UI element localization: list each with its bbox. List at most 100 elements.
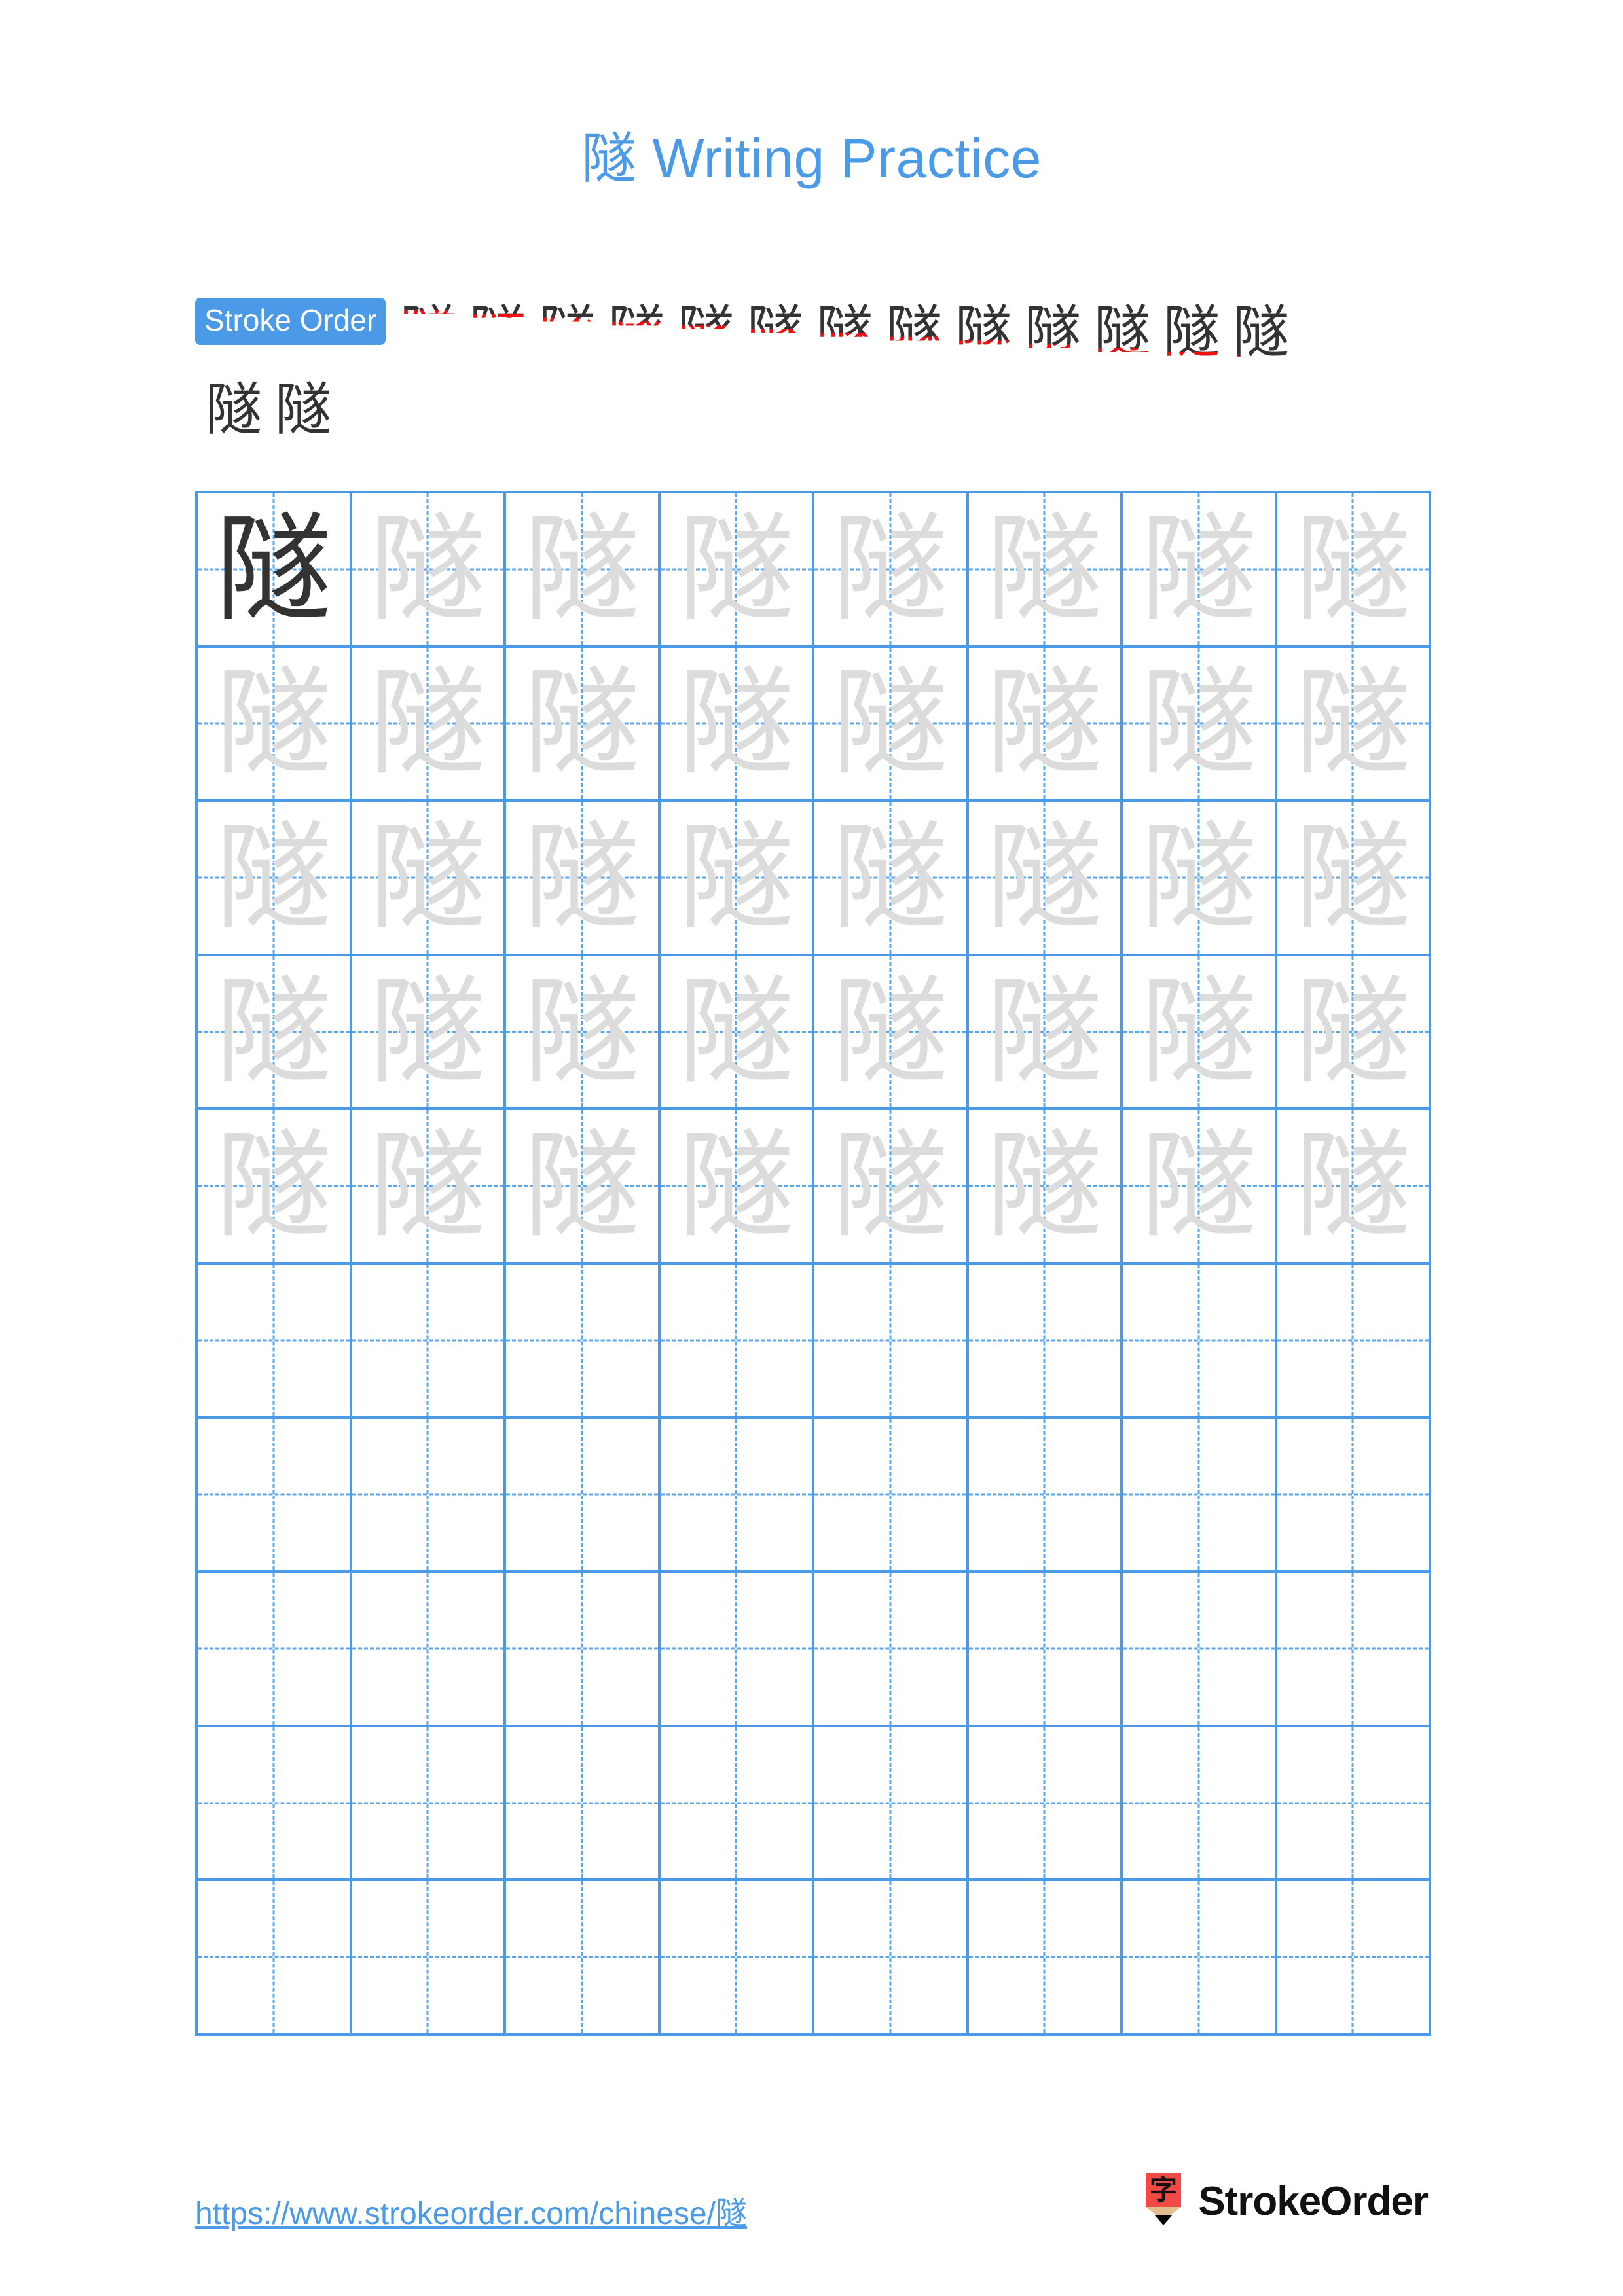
practice-cell-r7-c6[interactable]: [968, 1418, 1123, 1573]
practice-cell-r9-c4[interactable]: [660, 1727, 814, 1882]
practice-cell-r9-c6[interactable]: [968, 1727, 1123, 1882]
practice-cell-r6-c8[interactable]: [1277, 1265, 1431, 1419]
practice-cell-r5-c2[interactable]: 隧: [352, 1110, 506, 1265]
practice-cell-r4-c7[interactable]: 隧: [1123, 956, 1277, 1111]
practice-cell-r5-c5[interactable]: 隧: [814, 1110, 969, 1265]
practice-cell-r1-c3[interactable]: 隧: [506, 493, 661, 648]
trace-character: 隧: [1140, 809, 1257, 945]
practice-cell-r7-c4[interactable]: [660, 1418, 814, 1573]
practice-cell-r4-c2[interactable]: 隧: [352, 956, 506, 1111]
practice-cell-r1-c6[interactable]: 隧: [968, 493, 1123, 648]
practice-cell-r8-c3[interactable]: [506, 1573, 661, 1727]
trace-character: 隧: [678, 655, 795, 791]
practice-cell-r7-c2[interactable]: [352, 1418, 506, 1573]
svg-text:隧: 隧: [206, 377, 263, 443]
trace-character: 隧: [986, 1118, 1103, 1254]
practice-cell-r2-c4[interactable]: 隧: [660, 647, 814, 802]
stroke-step-3: 隧隧: [532, 298, 602, 367]
practice-cell-r2-c5[interactable]: 隧: [814, 647, 969, 802]
practice-cell-r8-c1[interactable]: [198, 1573, 352, 1727]
practice-cell-r10-c3[interactable]: [506, 1881, 661, 2036]
trace-character: 隧: [523, 501, 640, 637]
practice-cell-r4-c8[interactable]: 隧: [1277, 956, 1431, 1111]
trace-character: 隧: [1140, 655, 1257, 791]
practice-cell-r4-c4[interactable]: 隧: [660, 956, 814, 1111]
practice-cell-r5-c4[interactable]: 隧: [660, 1110, 814, 1265]
practice-cell-r9-c7[interactable]: [1123, 1727, 1277, 1882]
practice-cell-r2-c6[interactable]: 隧: [968, 647, 1123, 802]
practice-cell-r3-c6[interactable]: 隧: [968, 802, 1123, 956]
practice-cell-r9-c1[interactable]: [198, 1727, 352, 1882]
practice-cell-r6-c2[interactable]: [352, 1265, 506, 1419]
trace-character: 隧: [523, 1118, 640, 1254]
practice-cell-r7-c8[interactable]: [1277, 1418, 1431, 1573]
practice-cell-r4-c1[interactable]: 隧: [198, 956, 352, 1111]
practice-cell-r9-c5[interactable]: [814, 1727, 969, 1882]
practice-cell-r1-c7[interactable]: 隧: [1123, 493, 1277, 648]
practice-cell-r6-c3[interactable]: [506, 1265, 661, 1419]
practice-cell-r8-c7[interactable]: [1123, 1573, 1277, 1727]
stroke-order-row-1: Stroke Order 隧隧隧隧隧隧隧隧隧隧隧隧隧隧隧隧隧隧隧隧隧隧隧隧隧隧: [195, 298, 1432, 367]
svg-text:隧: 隧: [275, 377, 332, 443]
practice-cell-r8-c4[interactable]: [660, 1573, 814, 1727]
practice-cell-r9-c8[interactable]: [1277, 1727, 1431, 1882]
practice-cell-r6-c5[interactable]: [814, 1265, 969, 1419]
practice-cell-r10-c2[interactable]: [352, 1881, 506, 2036]
trace-character: 隧: [215, 1118, 332, 1254]
trace-character: 隧: [523, 809, 640, 945]
practice-cell-r1-c1[interactable]: 隧: [198, 493, 352, 648]
practice-cell-r5-c6[interactable]: 隧: [968, 1110, 1123, 1265]
trace-character: 隧: [831, 963, 949, 1100]
practice-cell-r6-c4[interactable]: [660, 1265, 814, 1419]
practice-cell-r2-c2[interactable]: 隧: [352, 647, 506, 802]
practice-cell-r5-c3[interactable]: 隧: [506, 1110, 661, 1265]
practice-cell-r8-c6[interactable]: [968, 1573, 1123, 1727]
practice-cell-r8-c5[interactable]: [814, 1573, 969, 1727]
trace-character: 隧: [831, 809, 949, 945]
practice-cell-r3-c4[interactable]: 隧: [660, 802, 814, 956]
practice-cell-r1-c2[interactable]: 隧: [352, 493, 506, 648]
practice-cell-r2-c8[interactable]: 隧: [1277, 647, 1431, 802]
practice-cell-r4-c6[interactable]: 隧: [968, 956, 1123, 1111]
practice-cell-r5-c7[interactable]: 隧: [1123, 1110, 1277, 1265]
stroke-step-9: 隧隧: [949, 298, 1018, 367]
practice-cell-r10-c8[interactable]: [1277, 1881, 1431, 2036]
practice-cell-r4-c3[interactable]: 隧: [506, 956, 661, 1111]
practice-cell-r10-c1[interactable]: [198, 1881, 352, 2036]
practice-cell-r2-c1[interactable]: 隧: [198, 647, 352, 802]
practice-cell-r8-c2[interactable]: [352, 1573, 506, 1727]
practice-cell-r7-c3[interactable]: [506, 1418, 661, 1573]
practice-cell-r6-c7[interactable]: [1123, 1265, 1277, 1419]
practice-cell-r2-c3[interactable]: 隧: [506, 647, 661, 802]
trace-character: 隧: [1140, 963, 1257, 1100]
practice-cell-r8-c8[interactable]: [1277, 1573, 1431, 1727]
practice-cell-r9-c3[interactable]: [506, 1727, 661, 1882]
practice-cell-r10-c4[interactable]: [660, 1881, 814, 2036]
practice-cell-r5-c8[interactable]: 隧: [1277, 1110, 1431, 1265]
practice-cell-r6-c6[interactable]: [968, 1265, 1123, 1419]
practice-cell-r3-c8[interactable]: 隧: [1277, 802, 1431, 956]
practice-cell-r3-c1[interactable]: 隧: [198, 802, 352, 956]
practice-cell-r9-c2[interactable]: [352, 1727, 506, 1882]
practice-cell-r7-c5[interactable]: [814, 1418, 969, 1573]
practice-cell-r1-c8[interactable]: 隧: [1277, 493, 1431, 648]
practice-cell-r5-c1[interactable]: 隧: [198, 1110, 352, 1265]
practice-cell-r7-c7[interactable]: [1123, 1418, 1277, 1573]
practice-cell-r3-c2[interactable]: 隧: [352, 802, 506, 956]
practice-cell-r10-c7[interactable]: [1123, 1881, 1277, 2036]
practice-cell-r7-c1[interactable]: [198, 1418, 352, 1573]
model-character: 隧: [215, 501, 332, 637]
practice-cell-r3-c5[interactable]: 隧: [814, 802, 969, 956]
practice-cell-r3-c7[interactable]: 隧: [1123, 802, 1277, 956]
trace-character: 隧: [369, 655, 486, 791]
practice-cell-r2-c7[interactable]: 隧: [1123, 647, 1277, 802]
practice-cell-r1-c5[interactable]: 隧: [814, 493, 969, 648]
practice-cell-r10-c5[interactable]: [814, 1881, 969, 2036]
practice-cell-r4-c5[interactable]: 隧: [814, 956, 969, 1111]
footer-url-link[interactable]: https://www.strokeorder.com/chinese/隧: [195, 2187, 747, 2233]
practice-cell-r10-c6[interactable]: [968, 1881, 1123, 2036]
practice-cell-r3-c3[interactable]: 隧: [506, 802, 661, 956]
practice-cell-r1-c4[interactable]: 隧: [660, 493, 814, 648]
stroke-order-badge: Stroke Order: [195, 298, 386, 345]
practice-cell-r6-c1[interactable]: [198, 1265, 352, 1419]
